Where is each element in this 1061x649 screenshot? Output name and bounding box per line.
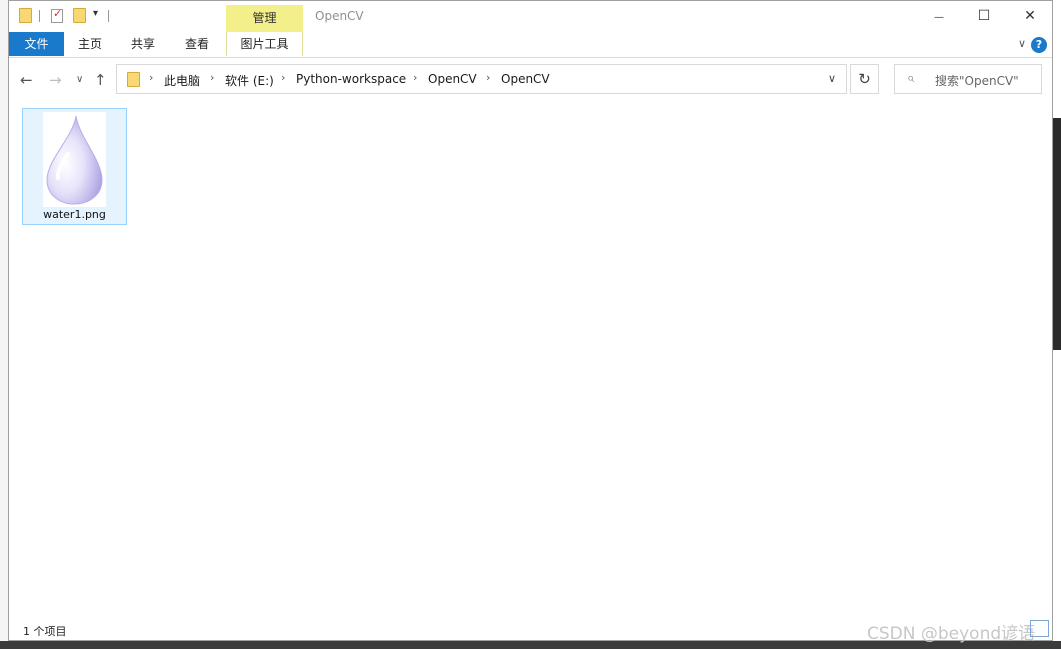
breadcrumb-separator-icon[interactable]: › — [486, 71, 490, 84]
folder-icon — [19, 8, 32, 23]
close-icon: ✕ — [1024, 8, 1036, 24]
tab-picture-tools[interactable]: 图片工具 — [226, 32, 303, 56]
forward-button[interactable]: → — [49, 71, 62, 89]
file-item-water1[interactable]: water1.png — [22, 108, 127, 225]
breadcrumb-opencv-parent[interactable]: OpenCV — [428, 72, 477, 86]
tab-share[interactable]: 共享 — [125, 32, 161, 56]
large-icons-view-icon[interactable] — [1030, 620, 1049, 637]
toolbar-separator — [108, 10, 109, 22]
properties-icon[interactable] — [51, 7, 63, 23]
customize-quick-access-icon[interactable]: ▾ — [93, 8, 98, 24]
breadcrumb-separator-icon[interactable]: › — [210, 71, 214, 84]
folder-icon — [127, 72, 140, 87]
back-button[interactable]: ← — [20, 71, 33, 89]
breadcrumb-this-pc[interactable]: 此电脑 — [164, 72, 200, 89]
background-dark-panel — [1053, 118, 1061, 350]
breadcrumb-drive-e[interactable]: 软件 (E:) — [225, 72, 274, 89]
water-drop-image — [46, 115, 103, 205]
minimize-button[interactable]: — — [916, 5, 962, 27]
close-button[interactable]: ✕ — [1007, 5, 1053, 27]
background-editor-strip — [0, 0, 8, 649]
breadcrumb-opencv-current[interactable]: OpenCV — [501, 72, 550, 86]
address-bar[interactable]: › 此电脑 › 软件 (E:) › Python-workspace › Ope… — [116, 64, 847, 94]
search-icon: ⌕ — [907, 71, 915, 86]
up-button[interactable]: ↑ — [94, 71, 107, 89]
refresh-button[interactable]: ↻ — [850, 64, 879, 94]
tab-file[interactable]: 文件 — [9, 32, 64, 56]
toolbar-separator — [39, 10, 40, 22]
new-folder-icon[interactable] — [73, 8, 86, 23]
breadcrumb-separator-icon[interactable]: › — [413, 71, 417, 84]
breadcrumb-python-workspace[interactable]: Python-workspace — [296, 72, 406, 86]
minimize-icon: — — [934, 12, 944, 23]
breadcrumb-separator-icon[interactable]: › — [149, 71, 153, 84]
address-dropdown-icon[interactable]: ∨ — [818, 65, 846, 93]
ribbon-collapse-icon[interactable]: ∨ — [1018, 37, 1026, 50]
maximize-icon: ☐ — [977, 8, 991, 24]
recent-locations-button[interactable]: ∨ — [76, 74, 83, 85]
title-bar: ▾ 管理 OpenCV — ☐ ✕ — [9, 1, 1052, 32]
watermark-text: CSDN @beyond谚语 — [867, 624, 1036, 644]
file-explorer-window: ▾ 管理 OpenCV — ☐ ✕ 文件 主页 共享 查看 图片工具 ∨ ? ←… — [8, 0, 1053, 644]
search-placeholder: 搜索"OpenCV" — [935, 74, 1019, 88]
file-name-label: water1.png — [43, 208, 106, 221]
ribbon-tabs: 文件 主页 共享 查看 图片工具 ∨ ? — [9, 32, 1052, 58]
window-title: OpenCV — [315, 9, 364, 23]
water-drop-thumbnail — [43, 112, 106, 207]
tab-home[interactable]: 主页 — [72, 32, 108, 56]
status-item-count: 1 个项目 — [23, 625, 67, 638]
breadcrumb-separator-icon[interactable]: › — [281, 71, 285, 84]
search-box[interactable]: ⌕ 搜索"OpenCV" — [894, 64, 1042, 94]
help-icon[interactable]: ? — [1031, 37, 1047, 53]
contextual-tab-manage: 管理 — [226, 5, 303, 32]
tab-view[interactable]: 查看 — [179, 32, 215, 56]
maximize-button[interactable]: ☐ — [961, 5, 1007, 27]
